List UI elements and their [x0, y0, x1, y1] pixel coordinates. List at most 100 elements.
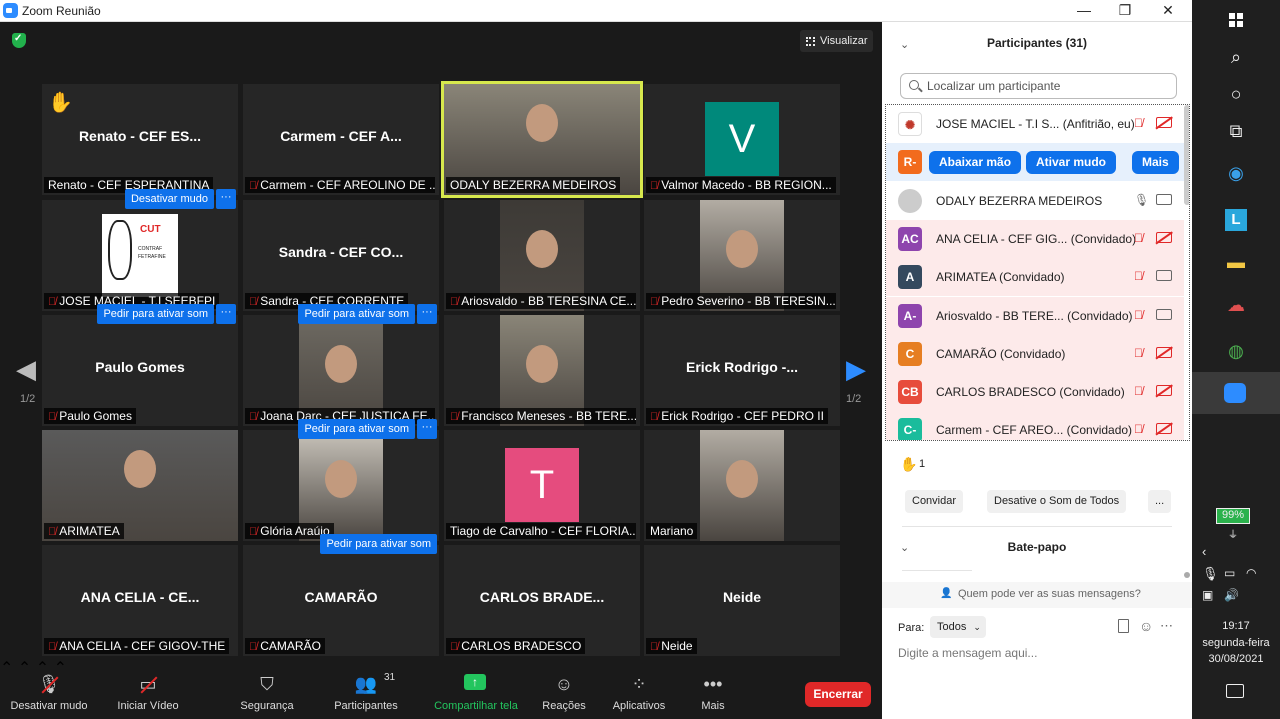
participant-row[interactable]: AC ANA CELIA - CEF GIG... (Convidado) 🎙̸ — [886, 219, 1184, 258]
prev-page-arrow-icon[interactable]: ◀ — [16, 354, 36, 385]
participant-video-tile[interactable]: CAMARÃO 🎙̸ CAMARÃO — [243, 545, 439, 656]
mic-off-icon: 🎙̸ — [1134, 422, 1143, 437]
next-page-arrow-icon[interactable]: ▶ — [846, 354, 866, 385]
tile-more-options-button[interactable]: ··· — [417, 419, 437, 439]
participant-list-scrollbar[interactable] — [1184, 105, 1189, 205]
ask-to-unmute-button[interactable]: Pedir para ativar som — [320, 534, 437, 554]
participant-video-tile[interactable]: 🎙̸ Francisco Meneses - BB TERE... — [444, 315, 640, 426]
tile-more-options-button[interactable]: ··· — [216, 189, 236, 209]
unmute-button[interactable]: Ativar mudo — [1026, 151, 1117, 175]
participant-video-tile[interactable]: Neide 🎙̸ Neide — [644, 545, 840, 656]
tile-more-options-button[interactable]: ··· — [216, 304, 236, 324]
app-cloud-icon[interactable]: ☁ — [1221, 290, 1251, 320]
file-icon[interactable] — [1118, 619, 1129, 633]
participant-video-tile[interactable]: V 🎙̸ Valmor Macedo - BB REGION... — [644, 84, 840, 195]
view-button[interactable]: Visualizar — [800, 30, 873, 52]
task-view-icon[interactable]: ⧉ — [1221, 116, 1251, 146]
participant-row[interactable]: R- Abaixar mão Ativar mudo Mais — [886, 143, 1184, 182]
participant-row[interactable]: C CAMARÃO (Convidado) 🎙̸ — [886, 334, 1184, 373]
ask-to-unmute-button[interactable]: Pedir para ativar som — [298, 419, 415, 439]
participant-video-tile[interactable]: 🎙̸ Glória Araújo — [243, 430, 439, 541]
more-button[interactable]: ••• Mais — [690, 658, 736, 719]
participant-video-tile[interactable]: Renato - CEF ES... ✋ Renato - CEF ESPERANT… — [42, 84, 238, 195]
zoom-taskbar-item[interactable] — [1192, 372, 1280, 414]
logo-figure — [108, 220, 132, 280]
chat-visibility-bar[interactable]: 👤 Quem pode ver as suas mensagens? — [882, 582, 1192, 608]
participant-name: ODALY BEZERRA MEDEIROS — [450, 178, 617, 192]
participant-row[interactable]: A- Ariosvaldo - BB TERE... (Convidado) 🎙̸ — [886, 296, 1184, 335]
participants-more-button[interactable]: ... — [1148, 490, 1172, 513]
invite-button[interactable]: Convidar — [905, 490, 964, 513]
participant-search-input[interactable]: Localizar um participante — [900, 73, 1177, 99]
windows-start-icon[interactable] — [1221, 4, 1251, 34]
volume-icon[interactable]: 🔊 — [1224, 588, 1239, 602]
cortana-icon[interactable]: ○ — [1221, 79, 1251, 109]
apps-button[interactable]: ⁘ Aplicativos — [608, 658, 670, 719]
mic-tray-icon[interactable]: 🎙 — [1202, 566, 1219, 582]
participant-video-tile[interactable]: Mariano — [644, 430, 840, 541]
unmute-button[interactable]: 🎙 Desativar mudo — [6, 658, 92, 719]
unmute-participant-button[interactable]: Desativar mudo — [124, 189, 214, 209]
battery-tray-icon[interactable]: ▭ — [1224, 566, 1235, 580]
file-explorer-icon[interactable]: ▬ — [1221, 247, 1251, 277]
mute-all-button[interactable]: Desative o Som de Todos — [987, 490, 1127, 513]
share-screen-label: Compartilhar tela — [434, 700, 518, 712]
participant-row[interactable]: C- Carmem - CEF AREO... (Convidado) 🎙̸ — [886, 411, 1184, 440]
participant-video-tile[interactable]: Paulo Gomes 🎙̸ Paulo Gomes — [42, 315, 238, 426]
security-button[interactable]: ⛉ Segurança — [236, 658, 298, 719]
tray-expand-icon[interactable]: ‹ — [1202, 544, 1206, 559]
participant-video-tile[interactable]: 🎙̸ ARIMATEA — [42, 430, 238, 541]
search-taskbar-icon[interactable]: ⌕ — [1221, 42, 1251, 72]
minimize-button[interactable]: — — [1062, 0, 1106, 22]
participant-display-name: CAMARÃO — [304, 589, 378, 605]
participant-name-label: 🎙̸ Valmor Macedo - BB REGION... — [646, 177, 836, 193]
recipient-select[interactable]: Todos ⌄ — [930, 616, 986, 638]
wifi-icon[interactable]: ◠ — [1246, 566, 1256, 580]
participant-video-tile[interactable]: ODALY BEZERRA MEDEIROS — [441, 81, 643, 198]
title-bar: Zoom Reunião — ❐ ✕ — [0, 0, 1192, 22]
clock-date[interactable]: 30/08/2021 — [1192, 653, 1280, 665]
participant-row[interactable]: ODALY BEZERRA MEDEIROS 🎙 — [886, 182, 1184, 220]
participant-row[interactable]: CB CARLOS BRADESCO (Convidado) 🎙̸ — [886, 373, 1184, 412]
tile-more-options-button[interactable]: ··· — [417, 304, 437, 324]
clock-day[interactable]: segunda-feira — [1192, 637, 1280, 649]
participant-video-feed — [700, 430, 784, 541]
camera-tray-icon[interactable]: ▣ — [1202, 588, 1213, 602]
ask-to-unmute-button[interactable]: Pedir para ativar som — [298, 304, 415, 324]
start-video-label: Iniciar Vídeo — [117, 700, 179, 712]
security-shield-icon[interactable] — [12, 33, 26, 48]
reactions-button[interactable]: ☺ Reações — [538, 658, 590, 719]
share-screen-button[interactable]: ↑ Compartilhar tela — [430, 658, 522, 719]
participant-video-tile[interactable]: 🎙̸ Pedro Severino - BB TERESIN... — [644, 200, 840, 311]
participant-video-tile[interactable]: CUT CONTRAF FETRAFINE 🎙̸ JOSE MACIEL - T.… — [42, 200, 238, 311]
end-meeting-button[interactable]: Encerrar — [805, 682, 871, 707]
participant-video-tile[interactable]: T Tiago de Carvalho - CEF FLORIA... — [444, 430, 640, 541]
lower-hand-button[interactable]: Abaixar mão — [929, 151, 1022, 175]
participants-button[interactable]: 👥 31 Participantes — [328, 658, 404, 719]
participant-row[interactable]: A ARIMATEA (Convidado) 🎙̸ — [886, 258, 1184, 297]
start-video-button[interactable]: ▭ Iniciar Vídeo — [110, 658, 186, 719]
chrome-icon[interactable]: ◍ — [1221, 336, 1251, 366]
chat-more-icon[interactable]: ⋯ — [1160, 618, 1173, 634]
participant-video-tile[interactable]: CARLOS BRADE... 🎙̸ CARLOS BRADESCO — [444, 545, 640, 656]
maximize-button[interactable]: ❐ — [1103, 0, 1147, 22]
participant-video-tile[interactable]: Erick Rodrigo -... 🎙̸ Erick Rodrigo - CEF … — [644, 315, 840, 426]
close-window-button[interactable]: ✕ — [1146, 0, 1190, 22]
participant-row[interactable]: ✺ JOSE MACIEL - T.I S... (Anfitrião, eu) 🎙… — [886, 105, 1184, 143]
ask-to-unmute-button[interactable]: Pedir para ativar som — [97, 304, 214, 324]
clock-time[interactable]: 19:17 — [1192, 620, 1280, 632]
edge-browser-icon[interactable]: ◉ — [1221, 158, 1251, 188]
participant-more-button[interactable]: Mais — [1132, 151, 1179, 175]
participant-video-tile[interactable]: Carmem - CEF A... 🎙̸ Carmem - CEF AREOLINO… — [243, 84, 439, 195]
notifications-icon[interactable] — [1226, 684, 1244, 698]
participant-video-tile[interactable]: ANA CELIA - CE... 🎙̸ ANA CELIA - CEF GIGOV… — [42, 545, 238, 656]
participant-video-tile[interactable]: 🎙̸ Joana Darc - CEF JUSTIÇA FE... — [243, 315, 439, 426]
participant-video-tile[interactable]: Sandra - CEF CO... 🎙̸ Sandra - CEF CORRENT… — [243, 200, 439, 311]
app-l-icon[interactable]: L — [1221, 203, 1251, 233]
emoji-icon[interactable]: ☺ — [1139, 618, 1153, 634]
battery-indicator[interactable]: 99% — [1216, 508, 1250, 524]
participant-video-tile[interactable]: 🎙̸ Ariosvaldo - BB TERESINA CE... — [444, 200, 640, 311]
person-face-icon — [526, 230, 558, 268]
message-input[interactable]: Digite a mensagem aqui... — [898, 646, 1178, 666]
participant-list-name: Ariosvaldo - BB TERE... (Convidado) — [936, 308, 1133, 323]
